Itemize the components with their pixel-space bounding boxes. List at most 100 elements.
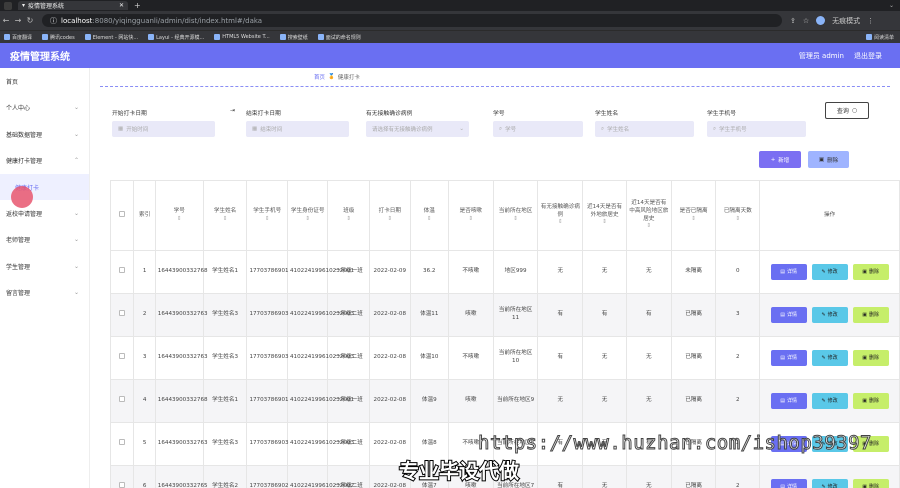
table-cell: 410224199610232001: [286, 379, 354, 423]
sidebar-item-profile[interactable]: 个人中心 ⌄: [0, 95, 89, 122]
profile-label[interactable]: 无痕模式: [832, 16, 860, 26]
column-header: 学生身份证号 ⇕: [286, 180, 329, 251]
end-date-input[interactable]: ▦ 结束时间: [246, 121, 349, 137]
column-header: 是否咳嗽 ⇕: [447, 180, 494, 251]
row-checkbox[interactable]: [119, 482, 126, 488]
sort-icon[interactable]: ⇕: [427, 216, 432, 222]
edit-button[interactable]: ✎ 修改: [811, 350, 848, 366]
sidebar-item-messages[interactable]: 留言管理 ⌄: [0, 280, 89, 307]
detail-button[interactable]: ▤ 详情: [770, 264, 807, 280]
detail-button[interactable]: ▤ 详情: [770, 307, 807, 323]
sort-icon[interactable]: ⇕: [602, 219, 607, 225]
start-date-input[interactable]: ▦ 开始时间: [112, 121, 215, 137]
row-select-cell[interactable]: [109, 293, 135, 337]
column-header: 当前所在地区 ⇕: [492, 180, 539, 251]
tab-search-icon[interactable]: ⌄: [889, 2, 894, 9]
list-icon: ▤: [780, 354, 785, 361]
table-cell: 有: [537, 465, 584, 488]
row-checkbox[interactable]: [119, 267, 126, 274]
row-select-cell[interactable]: [109, 422, 135, 466]
detail-button[interactable]: ▤ 详情: [770, 350, 807, 366]
sidebar-item-basic-data[interactable]: 基础数据管理 ⌄: [0, 121, 89, 148]
reload-icon[interactable]: ↻: [24, 16, 36, 25]
bookmark-item[interactable]: HTML5 Website T...: [214, 34, 270, 40]
back-icon[interactable]: ←: [0, 16, 12, 25]
new-tab-icon[interactable]: +: [134, 1, 141, 10]
table-cell: 无: [582, 465, 627, 488]
sidebar-item-students[interactable]: 学生管理 ⌄: [0, 253, 89, 280]
detail-button[interactable]: ▤ 详情: [770, 393, 807, 409]
student-name-input[interactable]: ⌕ 学生姓名: [595, 121, 694, 137]
select-all-header[interactable]: [109, 180, 135, 251]
sort-icon[interactable]: ⇕: [646, 223, 651, 229]
breadcrumb-home[interactable]: 首页: [314, 73, 325, 81]
sort-icon[interactable]: ⇕: [346, 216, 351, 222]
edit-button[interactable]: ✎ 修改: [811, 264, 848, 280]
share-icon[interactable]: ⇪: [790, 17, 796, 25]
delete-button[interactable]: ▣ 删除: [852, 350, 889, 366]
sort-icon[interactable]: ⇕: [305, 216, 310, 222]
case-select[interactable]: 请选择有无接触确诊病例 ⌄: [366, 121, 469, 137]
sort-icon[interactable]: ⇕: [177, 216, 182, 222]
delete-button[interactable]: ▣ 删除: [852, 264, 889, 280]
sort-icon[interactable]: ⇕: [223, 216, 228, 222]
delete-button[interactable]: ▣ 删除: [852, 307, 889, 323]
row-select-cell[interactable]: [109, 379, 135, 423]
sidebar-item-label: 老师管理: [6, 237, 31, 245]
sort-icon[interactable]: ⇕: [735, 216, 740, 222]
bookmark-star-icon[interactable]: ☆: [803, 17, 809, 25]
sidebar-item-teachers[interactable]: 老师管理 ⌄: [0, 227, 89, 254]
edit-button[interactable]: ✎ 修改: [811, 307, 848, 323]
delete-button[interactable]: ▣ 删除: [852, 479, 889, 488]
column-header: 有无接触确诊病例 ⇕: [537, 180, 584, 251]
bookmark-item[interactable]: 腾讯codes: [42, 34, 75, 41]
sort-icon[interactable]: ⇕: [387, 216, 392, 222]
student-no-input[interactable]: ⌕ 学号: [493, 121, 583, 137]
bookmark-item[interactable]: 百度翻译: [4, 34, 32, 41]
column-header: 近14天是否有中高风险地区旅居史 ⇕: [625, 180, 672, 251]
sort-icon[interactable]: ⇕: [265, 216, 270, 222]
sidebar-item-health-checkin-mgmt[interactable]: 健康打卡管理 ⌃: [0, 148, 89, 175]
search-button[interactable]: 查询 ○: [825, 102, 869, 119]
sort-icon[interactable]: ⇕: [513, 216, 518, 222]
url-field[interactable]: ⓘ localhost:8080/yiqingguanli/admin/dist…: [42, 14, 782, 27]
site-info-icon[interactable]: ⓘ: [50, 16, 57, 26]
row-select-cell[interactable]: [109, 336, 135, 380]
sort-icon[interactable]: ⇕: [558, 219, 563, 225]
select-all-checkbox[interactable]: [119, 210, 126, 217]
browser-tab[interactable]: ▾ 疫情管理系统 ✕: [18, 1, 128, 10]
forward-icon[interactable]: →: [12, 16, 24, 25]
window-control-icon[interactable]: [4, 1, 12, 10]
batch-delete-button[interactable]: ▣ 删除: [808, 151, 849, 168]
row-checkbox[interactable]: [119, 353, 126, 360]
table-cell: 17703786902: [246, 465, 289, 488]
row-checkbox[interactable]: [119, 310, 126, 317]
row-select-cell[interactable]: [109, 250, 135, 294]
bookmark-item[interactable]: Element - 网站快...: [84, 34, 138, 41]
row-checkbox[interactable]: [119, 396, 126, 403]
sort-icon[interactable]: ⇕: [691, 216, 696, 222]
row-checkbox[interactable]: [119, 439, 126, 446]
logout-link[interactable]: 退出登录: [854, 51, 882, 61]
row-select-cell[interactable]: [109, 465, 135, 488]
delete-button[interactable]: ▣ 删除: [852, 393, 889, 409]
table-cell: 410224199610232002: [286, 465, 354, 488]
edit-button[interactable]: ✎ 修改: [811, 393, 848, 409]
table-cell: 无: [625, 336, 672, 380]
bookmark-item[interactable]: Layui - 经典开源模...: [148, 34, 204, 41]
chevron-down-icon: ⌄: [73, 262, 79, 270]
profile-avatar-icon[interactable]: [816, 16, 826, 25]
row-actions-cell: ▤ 详情 ✎ 修改 ▣ 删除: [759, 336, 900, 380]
edit-button[interactable]: ✎ 修改: [811, 479, 848, 488]
bookmark-item[interactable]: 搜索壁纸: [279, 34, 308, 41]
sidebar-item-home[interactable]: 首页: [0, 68, 89, 95]
add-button[interactable]: + 新增: [759, 151, 801, 168]
detail-button[interactable]: ▤ 详情: [770, 479, 807, 488]
menu-dots-icon[interactable]: ⋮: [867, 17, 874, 25]
sort-icon[interactable]: ⇕: [468, 216, 473, 222]
reading-list[interactable]: 阅读清单: [865, 34, 894, 41]
table-cell: 无: [537, 379, 584, 423]
phone-input[interactable]: ⌕ 学生手机号: [707, 121, 806, 137]
bookmark-item[interactable]: 面试的命名规则: [317, 34, 361, 41]
tab-close-icon[interactable]: ✕: [119, 2, 124, 9]
